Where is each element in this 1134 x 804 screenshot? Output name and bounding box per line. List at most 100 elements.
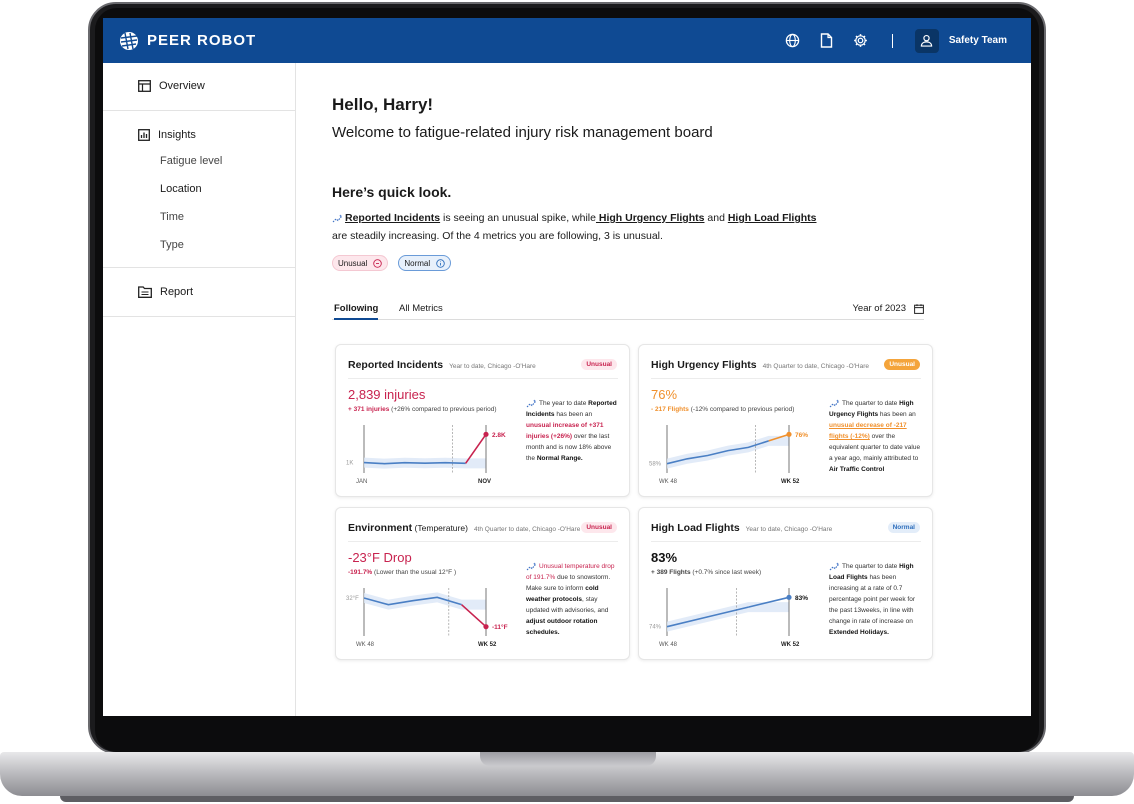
y-tick-label: 1K	[346, 461, 353, 467]
card-insight-note: The quarter to date High Urgency Flights…	[829, 398, 921, 475]
team-label[interactable]: Safety Team	[949, 35, 1007, 46]
card-title-suffix: (Temperature)	[412, 523, 468, 533]
note-a: The quarter to date	[842, 563, 900, 570]
note-a: The year to date	[539, 400, 589, 407]
line-chart[interactable]: 83% 74% WK 48 WK 52	[649, 584, 819, 648]
delta-rest: (+0.7% since last week)	[690, 569, 762, 576]
info-circle-icon	[436, 258, 445, 268]
delta-strong: - 217 Flights	[651, 406, 689, 413]
x-tick-label-start: WK 48	[356, 642, 375, 648]
card-value: 76%	[651, 387, 678, 402]
sidebar-item-report[interactable]: Report	[103, 280, 295, 304]
laptop-frame: PEER ROBOT Safety Team Overview Insights…	[0, 0, 1134, 804]
document-icon[interactable]	[818, 32, 836, 50]
note-f: Normal Range.	[536, 455, 583, 462]
normal-range-band	[364, 592, 486, 610]
sparkle-trend-icon	[332, 214, 343, 223]
laptop-foot	[60, 796, 1074, 802]
note-c: has been increasing at a rate of 0.7 per…	[829, 574, 915, 625]
globe-icon[interactable]	[784, 32, 802, 50]
card-insight-note: The quarter to date High Load Flights ha…	[829, 561, 921, 638]
y-tick-label: 32°F	[346, 596, 359, 602]
card-insight-note: Unusual temperature drop of 191.7% due t…	[526, 561, 618, 638]
end-value-label: 76%	[795, 432, 808, 439]
metric-card-environment[interactable]: Environment (Temperature) 4th Quarter to…	[335, 507, 630, 660]
top-bar: PEER ROBOT Safety Team	[103, 18, 1031, 63]
y-tick-label: 58%	[649, 462, 662, 468]
note-a: The quarter to date	[842, 400, 900, 407]
sidebar-item-overview[interactable]: Overview	[103, 74, 295, 98]
card-header: Reported Incidents Year to date, Chicago…	[348, 359, 536, 371]
card-delta: -191.7% (Lower than the usual 12°F )	[348, 569, 456, 576]
card-insight-note: The year to date Reported Incidents has …	[526, 398, 618, 464]
brand[interactable]: PEER ROBOT	[119, 31, 256, 51]
x-tick-label-start: WK 48	[659, 642, 678, 648]
card-value: -23°F Drop	[348, 550, 412, 565]
link-reported-incidents[interactable]: Reported Incidents	[345, 212, 440, 224]
sidebar-item-type[interactable]: Type	[103, 231, 295, 259]
status-badge: Unusual	[884, 359, 920, 370]
summary-text-a: is seeing an unusual spike, while	[440, 212, 596, 224]
sparkle-trend-icon	[526, 399, 537, 408]
metric-card-high-load-flights[interactable]: High Load Flights Year to date, Chicago …	[638, 507, 933, 660]
user-avatar-icon[interactable]	[914, 28, 939, 53]
page-title: Hello, Harry!	[332, 95, 434, 114]
sidebar-item-fatigue-level[interactable]: Fatigue level	[103, 147, 295, 175]
year-picker[interactable]: Year of 2023	[852, 303, 924, 314]
sparkle-trend-icon	[829, 562, 840, 571]
gear-icon[interactable]	[852, 32, 870, 50]
note-f: Air Traffic Control	[829, 466, 885, 473]
summary-text-b: and	[704, 212, 728, 224]
sparkle-trend-icon	[526, 562, 537, 571]
bar-chart-icon	[138, 129, 150, 141]
note-h: adjust outdoor rotation schedules.	[526, 618, 598, 636]
x-tick-label-end: WK 52	[781, 479, 800, 485]
line-chart[interactable]: 2.8K 1K JAN NOV	[346, 421, 516, 485]
card-meta: 4th Quarter to date, Chicago -O'Hare	[473, 526, 581, 533]
divider	[891, 33, 893, 48]
x-tick-label-end: NOV	[478, 479, 491, 485]
sparkle-trend-icon	[829, 399, 840, 408]
line-chart[interactable]: 76% 58% WK 48 WK 52	[649, 421, 819, 485]
card-title: Environment (Temperature)	[348, 522, 468, 534]
note-c: has been an	[554, 411, 593, 418]
link-high-urgency-flights[interactable]: High Urgency Flights	[596, 212, 705, 224]
delta-rest: (-12% compared to previous period)	[688, 406, 795, 413]
status-badge: Normal	[887, 522, 920, 533]
tab-following[interactable]: Following	[334, 303, 379, 320]
app-screen: PEER ROBOT Safety Team Overview Insights…	[103, 18, 1031, 716]
y-tick-label: 74%	[649, 625, 662, 631]
metrics-tabs: Following All Metrics Year of 2023	[332, 303, 924, 320]
card-delta: + 371 injuries (+26% compared to previou…	[348, 406, 497, 413]
legend-normal-badge[interactable]: Normal	[398, 255, 452, 271]
page-subtitle: Welcome to fatigue-related injury risk m…	[332, 124, 713, 141]
line-chart[interactable]: -11°F 32°F WK 48 WK 52	[346, 584, 516, 648]
tab-all-metrics[interactable]: All Metrics	[399, 303, 443, 320]
sidebar-label-overview: Overview	[159, 80, 205, 92]
link-high-load-flights[interactable]: High Load Flights	[728, 212, 817, 224]
nav-group-report: Report	[103, 268, 295, 317]
table-icon	[138, 80, 151, 92]
sidebar-item-insights[interactable]: Insights	[103, 123, 295, 147]
sidebar-item-location[interactable]: Location	[103, 175, 295, 203]
end-value-label: 83%	[795, 595, 808, 602]
status-badge: Unusual	[581, 359, 617, 370]
series-end-point	[786, 431, 792, 437]
metric-card-high-urgency-flights[interactable]: High Urgency Flights 4th Quarter to date…	[638, 344, 933, 497]
card-value: 2,839 injuries	[348, 387, 426, 402]
normal-range-band	[667, 602, 789, 632]
card-title: High Urgency Flights	[651, 359, 757, 371]
series-end-point	[483, 431, 489, 437]
delta-rest: (+26% compared to previous period)	[389, 406, 497, 413]
sidebar-item-time[interactable]: Time	[103, 203, 295, 231]
alert-circle-icon	[373, 258, 383, 268]
brand-name: PEER ROBOT	[147, 32, 257, 49]
card-delta: + 389 Flights (+0.7% since last week)	[651, 569, 761, 576]
sidebar-label-insights: Insights	[158, 129, 196, 141]
end-value-label: -11°F	[492, 623, 508, 631]
nav-group-overview: Overview	[103, 63, 295, 111]
legend-unusual-badge[interactable]: Unusual	[332, 255, 389, 271]
metric-card-reported-incidents[interactable]: Reported Incidents Year to date, Chicago…	[335, 344, 630, 497]
legend-normal-label: Normal	[404, 258, 431, 268]
year-label: Year of 2023	[852, 303, 906, 314]
